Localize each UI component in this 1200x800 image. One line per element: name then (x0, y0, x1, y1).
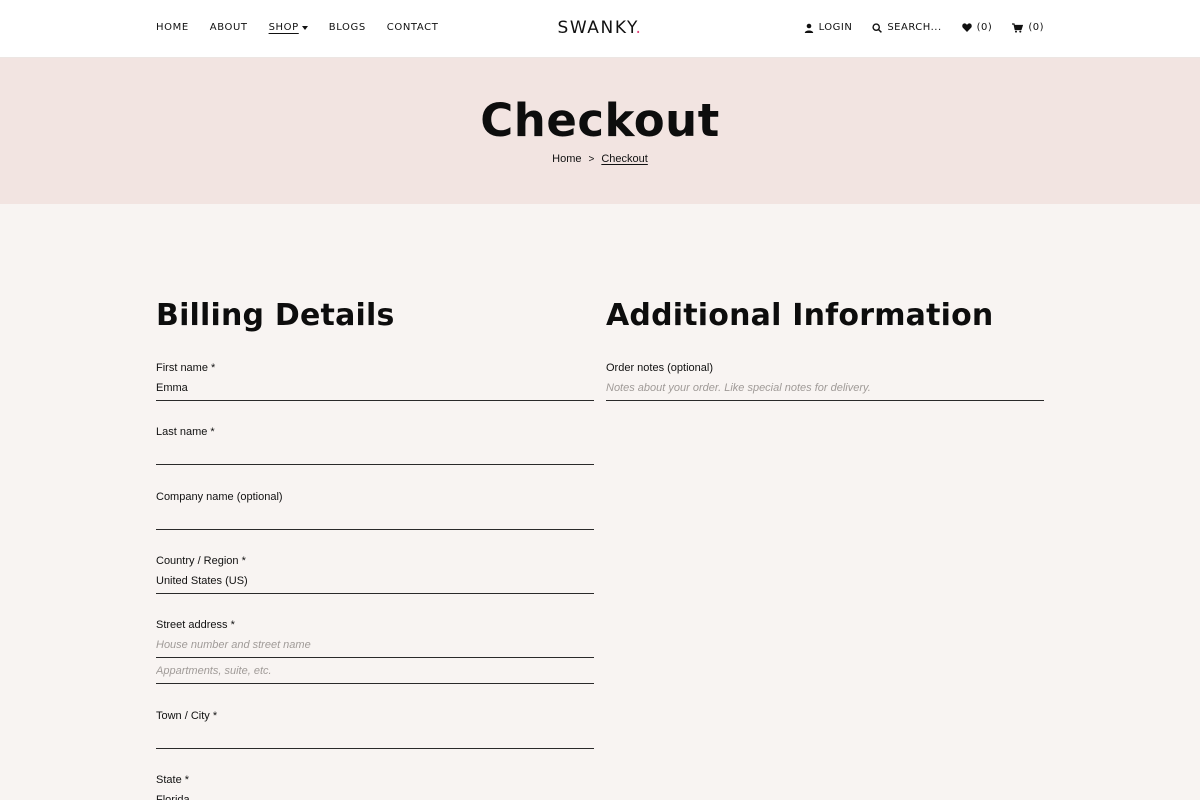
company-input[interactable] (156, 504, 594, 530)
first-name-input[interactable] (156, 375, 594, 401)
wishlist-count: (0) (976, 22, 993, 33)
search-link[interactable]: SEARCH... (872, 22, 941, 33)
last-name-input[interactable] (156, 439, 594, 465)
state-label: State * (156, 774, 190, 786)
breadcrumb-separator: > (588, 153, 595, 165)
last-name-label: Last name * (156, 426, 215, 438)
street-group: Street address * (156, 618, 594, 684)
login-label: LOGIN (818, 22, 853, 33)
last-name-group: Last name * (156, 425, 594, 465)
company-label: Company name (optional) (156, 491, 283, 503)
first-name-group: First name * (156, 361, 594, 401)
order-notes-group: Order notes (optional) (606, 361, 1044, 401)
order-notes-label: Order notes (optional) (606, 362, 713, 374)
billing-details-heading: Billing Details (156, 298, 395, 333)
state-select[interactable] (156, 787, 594, 800)
state-group: State * (156, 773, 594, 800)
city-group: Town / City * (156, 709, 594, 749)
country-group: Country / Region * (156, 554, 594, 594)
street-line1-input[interactable] (156, 632, 594, 658)
cart-icon (1012, 22, 1024, 33)
breadcrumb: Home > Checkout (0, 153, 1200, 165)
country-select[interactable] (156, 568, 594, 594)
order-notes-input[interactable] (606, 375, 1044, 401)
city-input[interactable] (156, 723, 594, 749)
street-line2-input[interactable] (156, 658, 594, 684)
search-label: SEARCH... (887, 22, 942, 33)
cart-count: (0) (1028, 22, 1044, 33)
breadcrumb-current: Checkout (601, 153, 648, 165)
additional-info-heading: Additional Information (606, 298, 994, 333)
page-hero: Checkout Home > Checkout (0, 58, 1200, 204)
site-header: HOME ABOUT SHOP BLOGS CONTACT SWANKY. LO… (0, 0, 1200, 58)
cart-link[interactable]: (0) (1012, 22, 1044, 33)
breadcrumb-home[interactable]: Home (552, 153, 581, 165)
country-label: Country / Region * (156, 555, 246, 567)
page-title: Checkout (480, 94, 720, 147)
login-link[interactable]: LOGIN (804, 22, 853, 33)
street-label: Street address * (156, 619, 235, 631)
wishlist-link[interactable]: (0) (961, 22, 993, 33)
first-name-label: First name * (156, 362, 216, 374)
logo-text: SWANKY (557, 18, 636, 38)
heart-icon (961, 23, 972, 32)
logo-dot: . (635, 18, 643, 38)
search-icon (872, 22, 883, 33)
company-group: Company name (optional) (156, 490, 594, 530)
city-label: Town / City * (156, 710, 218, 722)
user-icon (804, 23, 813, 33)
utility-nav: LOGIN SEARCH... (0) (0) (784, 22, 1044, 33)
